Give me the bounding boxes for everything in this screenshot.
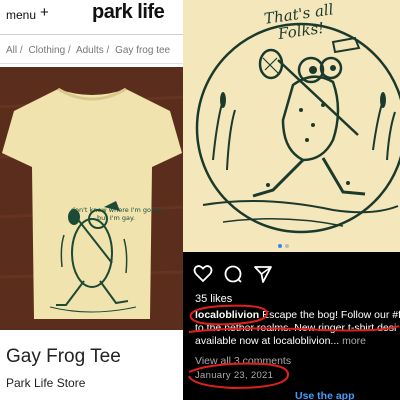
post-username[interactable]: localoblivion — [195, 309, 259, 321]
comment-icon[interactable] — [223, 264, 243, 284]
post-image[interactable]: That's all Folks! — [183, 0, 400, 252]
product-photo[interactable]: don't know where I'm going but I'm gay. — [0, 67, 183, 330]
heart-icon[interactable] — [193, 264, 213, 284]
store-product-page: menu + park life All / Clothing / Adults… — [0, 0, 183, 400]
caption-line-2: to the nether realms. New ringer t-shirt… — [195, 322, 397, 334]
store-header: menu + park life — [0, 0, 183, 28]
breadcrumb: All / Clothing / Adults / Gay frog tee — [6, 45, 173, 56]
store-logo[interactable]: park life — [92, 1, 165, 24]
post-caption: localoblivion Escape the bog! Follow our… — [195, 309, 400, 348]
breadcrumb-adults[interactable]: Adults / — [76, 45, 109, 56]
store-name[interactable]: Park Life Store — [6, 376, 85, 390]
more-link[interactable]: more — [339, 335, 366, 347]
carousel-dots[interactable] — [278, 235, 292, 252]
shirt-print-text: don't know where I'm going but I'm gay. — [70, 206, 162, 222]
menu-plus-icon[interactable]: + — [40, 4, 49, 21]
instagram-post: That's all Folks! 35 likes localoblivion… — [183, 0, 400, 400]
like-count[interactable]: 35 likes — [195, 293, 232, 305]
share-icon[interactable] — [253, 264, 273, 284]
tshirt-image — [0, 67, 183, 330]
caption-line-1: Escape the bog! Follow our #fr — [259, 309, 400, 321]
post-date: January 23, 2021 — [195, 370, 274, 381]
breadcrumb-all[interactable]: All / — [6, 45, 23, 56]
breadcrumb-clothing[interactable]: Clothing / — [28, 45, 70, 56]
caption-line-3: available now at localoblivion... — [195, 335, 340, 347]
product-title: Gay Frog Tee — [6, 346, 121, 367]
breadcrumb-current: Gay frog tee — [115, 45, 171, 56]
post-actions — [193, 264, 283, 284]
breadcrumb-divider — [0, 63, 183, 64]
header-divider — [0, 34, 183, 35]
menu-button[interactable]: menu — [6, 8, 36, 22]
use-app-link[interactable]: Use the app — [295, 390, 355, 400]
view-comments-link[interactable]: View all 3 comments — [195, 355, 291, 367]
